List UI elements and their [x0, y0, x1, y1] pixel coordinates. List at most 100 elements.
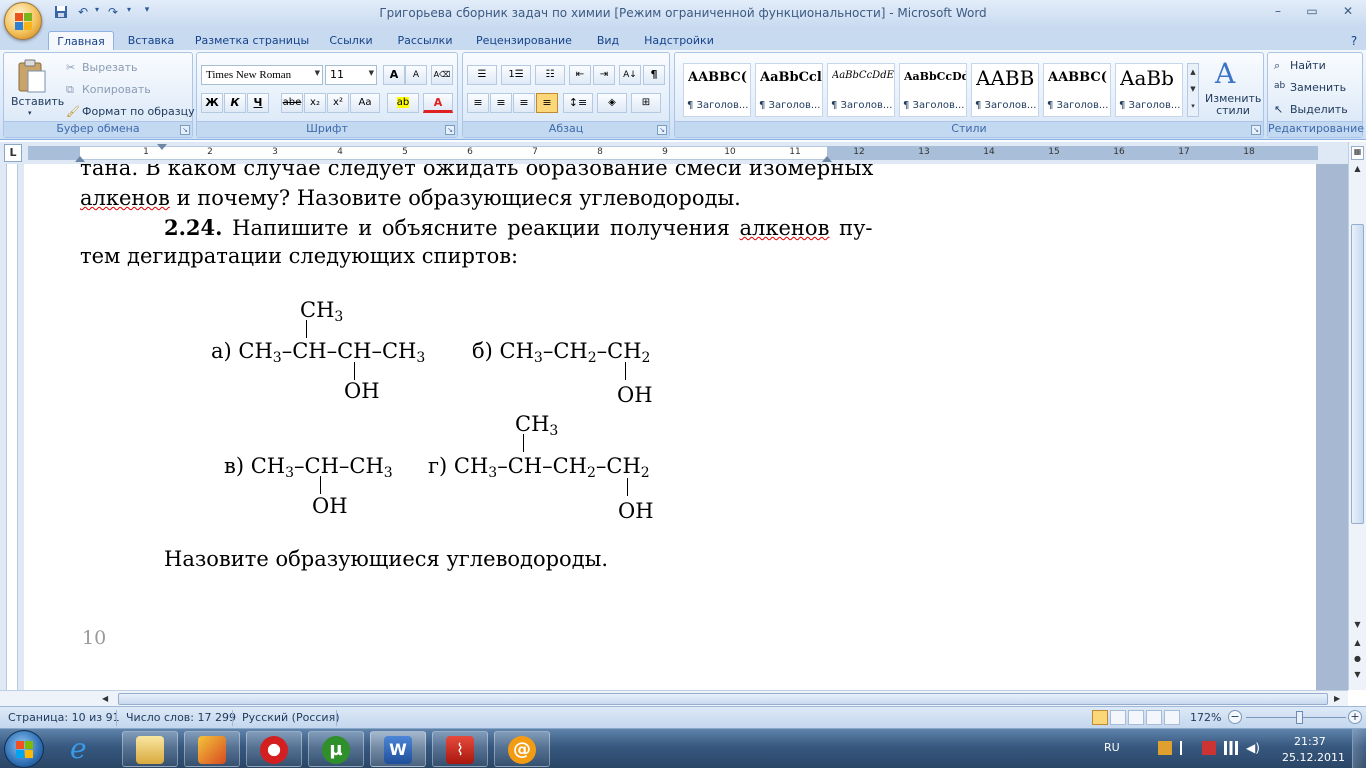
taskbar-word[interactable]: W	[370, 731, 426, 767]
tab-mailings[interactable]: Рассылки	[390, 31, 460, 50]
language-indicator[interactable]: Русский (Россия)	[242, 711, 340, 724]
styles-scroll[interactable]: ▲ ▼ ▾	[1187, 63, 1199, 117]
office-button[interactable]	[4, 2, 42, 40]
taskbar-opera[interactable]	[246, 731, 302, 767]
subscript-button[interactable]: x₂	[304, 93, 326, 113]
zoom-slider-thumb[interactable]	[1296, 711, 1303, 724]
device-icon[interactable]	[1202, 741, 1216, 755]
paste-button[interactable]: Вставить	[11, 95, 64, 108]
scroll-down-icon[interactable]: ▼	[1351, 620, 1364, 634]
tab-home[interactable]: Главная	[48, 31, 114, 50]
start-button[interactable]	[4, 730, 44, 768]
superscript-button[interactable]: x²	[327, 93, 349, 113]
style-tile[interactable]: AaBb ¶ Заголов...	[1115, 63, 1183, 117]
prev-page-icon[interactable]: ▲	[1351, 638, 1364, 652]
word-count[interactable]: Число слов: 17 299	[126, 711, 236, 724]
help-icon[interactable]: ?	[1346, 31, 1362, 50]
spellcheck-word[interactable]: алкенов	[740, 216, 830, 240]
replace-button[interactable]: Заменить	[1290, 81, 1346, 94]
clear-format-button[interactable]: A⌫	[431, 65, 453, 85]
find-button[interactable]: Найти	[1290, 59, 1326, 72]
action-center-icon[interactable]	[1180, 741, 1194, 755]
horizontal-ruler[interactable]: L 1 2 3 4 5 6 7 8 9 10 11 12 13 14 15 16…	[0, 142, 1348, 164]
style-tile[interactable]: AaBbCcDdE ¶ Заголов...	[827, 63, 895, 117]
spellcheck-word[interactable]: алкенов	[80, 186, 170, 210]
scroll-up-icon[interactable]: ▲	[1351, 164, 1364, 178]
highlight-button[interactable]: ab	[387, 93, 419, 113]
paste-dropdown-icon[interactable]: ▾	[28, 109, 32, 117]
taskbar-mail[interactable]: @	[494, 731, 550, 767]
show-desktop-button[interactable]	[1352, 729, 1366, 768]
style-tile[interactable]: AABBC( ¶ Заголов...	[683, 63, 751, 117]
font-size-combo[interactable]: 11 ▼	[325, 65, 377, 85]
full-screen-view-icon[interactable]	[1110, 710, 1126, 725]
draft-view-icon[interactable]	[1164, 710, 1180, 725]
shrink-font-button[interactable]: A	[405, 65, 427, 85]
paste-icon[interactable]	[16, 59, 48, 95]
browse-object-icon[interactable]: ●	[1351, 654, 1364, 668]
taskbar-explorer[interactable]	[122, 731, 178, 767]
align-right-icon[interactable]: ≡	[513, 93, 535, 113]
vertical-scrollbar[interactable]: ▦ ▲ ▼ ▲ ● ▼	[1348, 142, 1366, 690]
document-page[interactable]: тана. В каком случае следует ожидать обр…	[24, 164, 1316, 690]
align-center-icon[interactable]: ≡	[490, 93, 512, 113]
clipboard-launcher-icon[interactable]: ↘	[180, 125, 190, 135]
styles-launcher-icon[interactable]: ↘	[1251, 125, 1261, 135]
borders-icon[interactable]: ⊞	[631, 93, 661, 113]
tab-references[interactable]: Ссылки	[322, 31, 380, 50]
tab-page-layout[interactable]: Разметка страницы	[192, 31, 312, 50]
left-indent-marker[interactable]	[75, 156, 85, 162]
taskbar-paint[interactable]	[184, 731, 240, 767]
language-tray[interactable]: RU	[1104, 741, 1120, 754]
strikethrough-button[interactable]: abe	[281, 93, 303, 113]
style-tile[interactable]: AaBbCcl ¶ Заголов...	[755, 63, 823, 117]
tab-addins[interactable]: Надстройки	[638, 31, 720, 50]
justify-icon[interactable]: ≡	[536, 93, 558, 113]
hscroll-thumb[interactable]	[118, 693, 1328, 705]
font-launcher-icon[interactable]: ↘	[445, 125, 455, 135]
right-indent-marker[interactable]	[822, 156, 832, 162]
scroll-right-icon[interactable]: ▶	[1334, 694, 1340, 703]
increase-indent-icon[interactable]: ⇥	[593, 65, 615, 85]
font-name-combo[interactable]: Times New Roman ▼	[201, 65, 323, 85]
tab-insert[interactable]: Вставка	[122, 31, 180, 50]
style-tile[interactable]: AaBbCcDdI ¶ Заголов...	[899, 63, 967, 117]
bold-button[interactable]: Ж	[201, 93, 223, 113]
change-styles-button[interactable]: Изменить стили	[1205, 93, 1261, 117]
flag-icon[interactable]	[1158, 741, 1172, 755]
decrease-indent-icon[interactable]: ⇤	[569, 65, 591, 85]
shading-icon[interactable]: ◈	[597, 93, 627, 113]
show-formatting-icon[interactable]: ¶	[643, 65, 665, 85]
web-view-icon[interactable]	[1128, 710, 1144, 725]
numbering-icon[interactable]: 1☰	[501, 65, 531, 85]
zoom-in-button[interactable]: +	[1348, 710, 1362, 724]
change-case-button[interactable]: Aa	[350, 93, 380, 113]
cut-button[interactable]: Вырезать	[82, 61, 137, 74]
outline-view-icon[interactable]	[1146, 710, 1162, 725]
taskbar-pdf[interactable]: ⌇	[432, 731, 488, 767]
zoom-level[interactable]: 172%	[1190, 711, 1221, 724]
style-tile[interactable]: AABB ¶ Заголов...	[971, 63, 1039, 117]
tab-view[interactable]: Вид	[590, 31, 626, 50]
paragraph-launcher-icon[interactable]: ↘	[657, 125, 667, 135]
taskbar-utorrent[interactable]: µ	[308, 731, 364, 767]
tab-review[interactable]: Рецензирование	[470, 31, 578, 50]
ie-icon[interactable]: e	[70, 733, 106, 765]
minimize-button[interactable]: –	[1268, 4, 1288, 20]
print-layout-view-icon[interactable]	[1092, 710, 1108, 725]
horizontal-scrollbar[interactable]: ◀ ▶	[0, 690, 1348, 706]
maximize-button[interactable]: ▭	[1302, 4, 1322, 20]
volume-icon[interactable]: ◀)	[1246, 741, 1260, 755]
align-left-icon[interactable]: ≡	[467, 93, 489, 113]
bullets-icon[interactable]: ☰	[467, 65, 497, 85]
next-page-icon[interactable]: ▼	[1351, 670, 1364, 684]
multilevel-list-icon[interactable]: ☷	[535, 65, 565, 85]
page-indicator[interactable]: Страница: 10 из 91	[8, 711, 120, 724]
italic-button[interactable]: К	[224, 93, 246, 113]
grow-font-button[interactable]: A	[383, 65, 405, 85]
tab-selector[interactable]: L	[4, 144, 22, 162]
ruler-toggle-icon[interactable]: ▦	[1351, 146, 1364, 160]
font-color-button[interactable]: A	[423, 93, 453, 113]
scroll-thumb[interactable]	[1351, 224, 1364, 524]
underline-button[interactable]: Ч	[247, 93, 269, 113]
